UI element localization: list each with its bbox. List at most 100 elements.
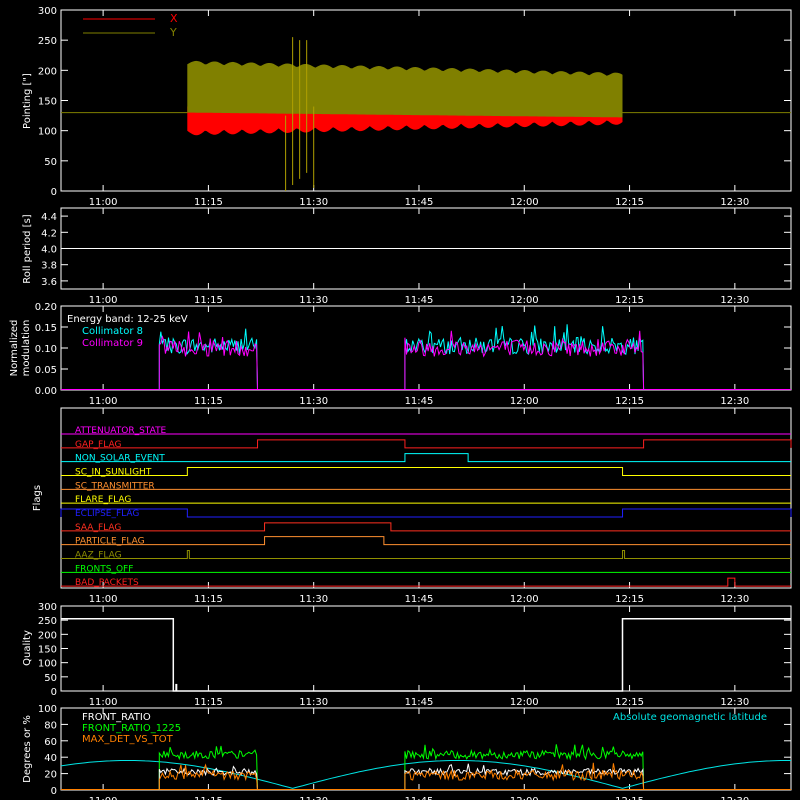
x-tick-label: 11:15 [194,295,223,306]
x-tick-label: 12:30 [720,197,749,208]
x-tick-label: 11:15 [194,197,223,208]
x-tick-label: 12:00 [510,697,539,708]
flag-label: FLARE_FLAG [75,495,131,505]
legend-front-ratio: FRONT_RATIO [82,712,151,723]
x-tick-label: 12:00 [510,396,539,407]
x-tick-label: 11:45 [405,796,434,800]
ratios-ylabel: Degrees or % [22,715,33,783]
x-tick-label: 12:00 [510,295,539,306]
energy-band-annotation: Energy band: 12-25 keV [67,314,188,325]
y-tick-label: 3.8 [41,261,57,272]
y-tick-label: 50 [44,157,57,168]
y-tick-label: 150 [38,97,57,108]
x-tick-label: 11:30 [299,295,328,306]
flags-ylabel: Flags [32,485,43,511]
flag-label: SC_TRANSMITTER [75,481,155,491]
figure: Pointing ["] 050100150200250300 11:00 11:… [0,0,800,800]
pointing-ylabel: Pointing ["] [22,73,33,129]
flag-label: FRONTS_OFF [75,564,133,574]
x-tick-label: 12:00 [510,594,539,605]
y-tick-label: 250 [38,36,57,47]
x-tick-label: 12:15 [615,295,644,306]
legend-x-label: X [170,12,178,25]
x-tick-label: 11:00 [89,396,118,407]
y-tick-label: 20 [44,770,57,781]
flag-label: GAP_FLAG [75,440,121,450]
x-tick-label: 11:30 [299,396,328,407]
legend-y-label: Y [169,26,177,39]
modulation-ylabel-line1: Normalized [9,320,20,377]
y-tick-label: 150 [38,645,57,656]
x-tick-label: 11:00 [89,796,118,800]
x-tick-label: 11:45 [405,295,434,306]
legend-max-det-vs-tot: MAX_DET_VS_TOT [82,734,174,745]
modulation-ylabel-line2: modulation [21,320,32,377]
y-tick-label: 0.10 [35,344,57,355]
y-tick-label: 0.20 [35,302,57,313]
x-tick-label: 11:15 [194,697,223,708]
x-tick-label: 12:15 [615,396,644,407]
x-tick-label: 12:15 [615,697,644,708]
y-tick-label: 0 [51,786,57,797]
x-tick-label: 12:30 [720,594,749,605]
quality-ylabel: Quality [22,630,33,666]
x-tick-label: 11:00 [89,197,118,208]
x-tick-label: 11:00 [89,295,118,306]
flag-label: SAA_FLAG [75,523,121,533]
x-tick-label: 12:15 [615,796,644,800]
flag-label: ECLIPSE_FLAG [75,509,139,519]
y-tick-label: 3.6 [41,277,57,288]
x-tick-label: 11:30 [299,697,328,708]
y-tick-label: 50 [44,673,57,684]
y-tick-label: 4.0 [41,245,57,256]
x-tick-label: 11:30 [299,197,328,208]
x-tick-label: 11:00 [89,594,118,605]
y-tick-label: 40 [44,753,57,764]
y-tick-label: 100 [38,127,57,138]
y-tick-label: 60 [44,737,57,748]
y-tick-label: 100 [38,704,57,715]
y-tick-label: 0.15 [35,323,57,334]
flag-label: ATTENUATOR_STATE [75,426,167,436]
flag-label: BAD_PACKETS [75,578,139,588]
y-tick-label: 0 [51,187,57,198]
y-tick-label: 4.2 [41,228,57,239]
x-tick-label: 12:30 [720,396,749,407]
legend-collimator-9: Collimator 9 [82,338,143,349]
y-tick-label: 300 [38,602,57,613]
x-tick-label: 12:15 [615,594,644,605]
roll-ylabel: Roll period [s] [22,214,33,283]
y-tick-label: 4.4 [41,212,57,223]
x-tick-label: 11:45 [405,594,434,605]
legend-front-ratio-1225: FRONT_RATIO_1225 [82,723,181,734]
x-tick-label: 11:30 [299,796,328,800]
y-tick-label: 200 [38,630,57,641]
flag-label: AAZ_FLAG [75,551,122,561]
x-tick-label: 11:15 [194,396,223,407]
flag-label: PARTICLE_FLAG [75,537,145,547]
x-tick-label: 12:30 [720,295,749,306]
x-tick-label: 11:00 [89,697,118,708]
x-tick-label: 11:15 [194,594,223,605]
x-tick-label: 12:15 [615,197,644,208]
x-tick-label: 12:00 [510,796,539,800]
y-tick-label: 0.05 [35,365,57,376]
y-tick-label: 0 [51,687,57,698]
x-tick-label: 11:45 [405,197,434,208]
x-tick-label: 12:30 [720,697,749,708]
x-tick-label: 12:00 [510,197,539,208]
flag-label: SC_IN_SUNLIGHT [75,468,152,478]
y-tick-label: 80 [44,720,57,731]
x-tick-label: 11:45 [405,396,434,407]
y-tick-label: 300 [38,6,57,17]
y-tick-label: 0.00 [35,386,57,397]
quality-spike [175,683,178,691]
x-tick-label: 11:15 [194,796,223,800]
y-tick-label: 250 [38,616,57,627]
x-tick-label: 11:30 [299,594,328,605]
y-tick-label: 100 [38,659,57,670]
legend-geomagnetic-latitude: Absolute geomagnetic latitude [613,712,767,723]
x-tick-label: 11:45 [405,697,434,708]
y-tick-label: 200 [38,66,57,77]
legend-collimator-8: Collimator 8 [82,326,143,337]
